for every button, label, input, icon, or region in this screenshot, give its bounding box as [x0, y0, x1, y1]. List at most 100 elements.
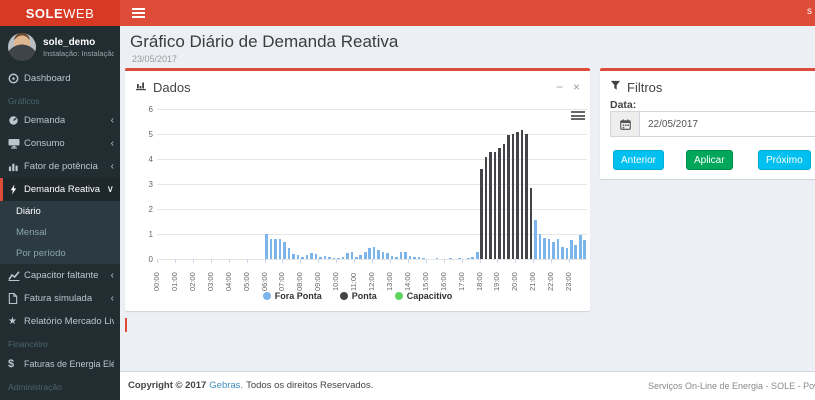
chart-bar	[511, 134, 515, 259]
proximo-button[interactable]: Próximo	[758, 150, 811, 170]
chart-bar	[583, 240, 586, 259]
date-input[interactable]	[639, 111, 815, 137]
page-title: Gráfico Diário de Demanda Reativa	[130, 32, 399, 51]
legend-item[interactable]: Ponta	[339, 291, 377, 301]
sidebar-subitem-mensal[interactable]: Mensal	[0, 222, 120, 243]
legend-item[interactable]: Capacitivo	[394, 291, 452, 301]
anterior-button[interactable]: Anterior	[613, 150, 665, 170]
footer-copyright-bold: Copyright © 2017	[128, 380, 207, 391]
y-axis-tick-label: 3	[148, 180, 153, 189]
dashboard-icon	[8, 73, 24, 84]
x-axis-tick-label: 06:00	[259, 272, 269, 291]
sidebar-item-label: Capacitor faltante	[24, 270, 99, 281]
sidebar-item-fator-de-potencia[interactable]: Fator de potência ‹	[0, 155, 120, 178]
footer-gebras-link[interactable]: Gebras.	[209, 380, 243, 391]
chart-bar	[413, 257, 416, 259]
sidebar-item-label: Demanda Reativa	[24, 184, 101, 195]
dollar-icon: $	[8, 358, 15, 370]
chart-bar	[354, 256, 358, 259]
chevron-left-icon: ‹	[110, 160, 114, 172]
funnel-icon	[610, 78, 621, 96]
avatar	[8, 33, 36, 61]
x-axis-tick	[389, 259, 391, 263]
chart-bar	[538, 234, 542, 259]
chart-bar	[534, 220, 537, 259]
chart-bar	[422, 257, 425, 259]
hamburger-icon[interactable]	[132, 8, 145, 19]
x-axis-tick-label: 02:00	[187, 272, 197, 291]
sidebar-subitem-por-periodo[interactable]: Por período	[0, 243, 120, 264]
sidebar-item-demanda-reativa[interactable]: Demanda Reativa ∨	[0, 178, 120, 201]
chart-bar	[381, 251, 385, 259]
chevron-down-icon: ∨	[106, 183, 114, 195]
chart-bar	[323, 256, 327, 259]
sidebar-item-faturas-energia[interactable]: $ Faturas de Energia Elétrica	[0, 352, 120, 376]
x-axis-tick-label: 11:00	[349, 272, 359, 291]
chart-bar	[363, 251, 367, 259]
x-axis-tick	[461, 259, 463, 263]
chart-bar	[404, 252, 407, 259]
chart-bar	[449, 257, 452, 259]
chart-bar	[337, 257, 340, 259]
chart-bar	[292, 254, 295, 259]
x-axis-tick-label: 22:00	[546, 272, 556, 291]
x-axis-tick	[354, 259, 356, 263]
x-axis-tick-label: 07:00	[277, 272, 287, 291]
chart-bar	[569, 240, 573, 259]
sidebar-item-capacitor-faltante[interactable]: Capacitor faltante ‹	[0, 264, 120, 287]
sidebar-item-consumo[interactable]: Consumo ‹	[0, 132, 120, 155]
chart-bar	[493, 151, 497, 259]
collapse-icon[interactable]: −	[556, 81, 563, 93]
chart-plot: 0 1 2 3 4 5 6 00:00 01:00 02:00 03:00 04:00 05:00 06:…	[149, 105, 587, 291]
x-axis-tick-label: 16:00	[438, 272, 448, 291]
app-logo[interactable]: SOLE WEB	[0, 0, 120, 26]
legend-item[interactable]: Fora Ponta	[262, 291, 322, 301]
file-icon	[8, 293, 24, 304]
sidebar-item-label: Consumo	[24, 138, 65, 149]
sidebar-item-label: Fator de potência	[24, 161, 98, 172]
footer-copyright: Copyright © 2017 Gebras. Todos os direitos…	[128, 380, 373, 391]
display-icon	[8, 138, 24, 149]
x-axis-tick-label: 15:00	[420, 272, 430, 291]
chart-bar	[346, 252, 349, 259]
chart-export-menu-icon[interactable]	[571, 111, 585, 122]
topbar-user-label[interactable]: s	[807, 6, 812, 17]
date-input-group	[610, 111, 815, 137]
sidebar-item-fatura-simulada[interactable]: Fatura simulada ‹	[0, 287, 120, 310]
x-axis-tick-label: 08:00	[295, 272, 305, 291]
chart-bar	[386, 252, 389, 259]
x-axis-tick	[300, 259, 302, 263]
chart-bar	[265, 234, 268, 259]
chart-bar	[377, 250, 380, 259]
app-window: SOLE WEB s sole_demo Instalação: Instalaç…	[0, 0, 815, 400]
gauge-icon	[8, 115, 24, 126]
x-axis-tick-label: 17:00	[456, 272, 466, 291]
chart-bar	[480, 169, 483, 259]
x-axis-tick	[157, 259, 158, 263]
user-name: sole_demo	[43, 36, 96, 48]
chart-bar	[328, 257, 331, 259]
close-icon[interactable]: ×	[573, 81, 580, 93]
chart-bar	[310, 252, 313, 259]
chart-bar	[296, 255, 300, 259]
y-axis-tick-label: 2	[148, 205, 153, 214]
sidebar-item-ocorrencias-emails[interactable]: Ocorrencias e Emails	[0, 395, 120, 400]
chart-bar	[458, 257, 461, 259]
sidebar-item-dashboard[interactable]: Dashboard	[0, 67, 120, 90]
sidebar-subitem-diario[interactable]: Diário	[0, 201, 120, 222]
chevron-left-icon: ‹	[110, 269, 114, 281]
footer-services-text: Serviços On-Line de Energia - SOLE - Pow…	[648, 381, 815, 391]
sidebar-item-label: Dashboard	[24, 73, 71, 84]
chart-bar	[435, 257, 439, 259]
x-axis-tick-label: 20:00	[510, 272, 520, 291]
x-axis-tick-label: 01:00	[169, 272, 179, 291]
chart-bar	[319, 256, 322, 259]
x-axis-tick	[318, 259, 320, 263]
chart-bar	[314, 254, 318, 259]
aplicar-button[interactable]: Aplicar	[686, 150, 733, 170]
filtros-panel: Filtros Data: Anterior Aplicar Próximo	[600, 68, 815, 179]
date-label: Data:	[610, 99, 637, 111]
x-axis-tick-label: 10:00	[331, 272, 341, 291]
sidebar-item-demanda[interactable]: Demanda ‹	[0, 109, 120, 132]
sidebar-item-relatorio-mercado-livre[interactable]: ★ Relatório Mercado Livre	[0, 310, 120, 333]
